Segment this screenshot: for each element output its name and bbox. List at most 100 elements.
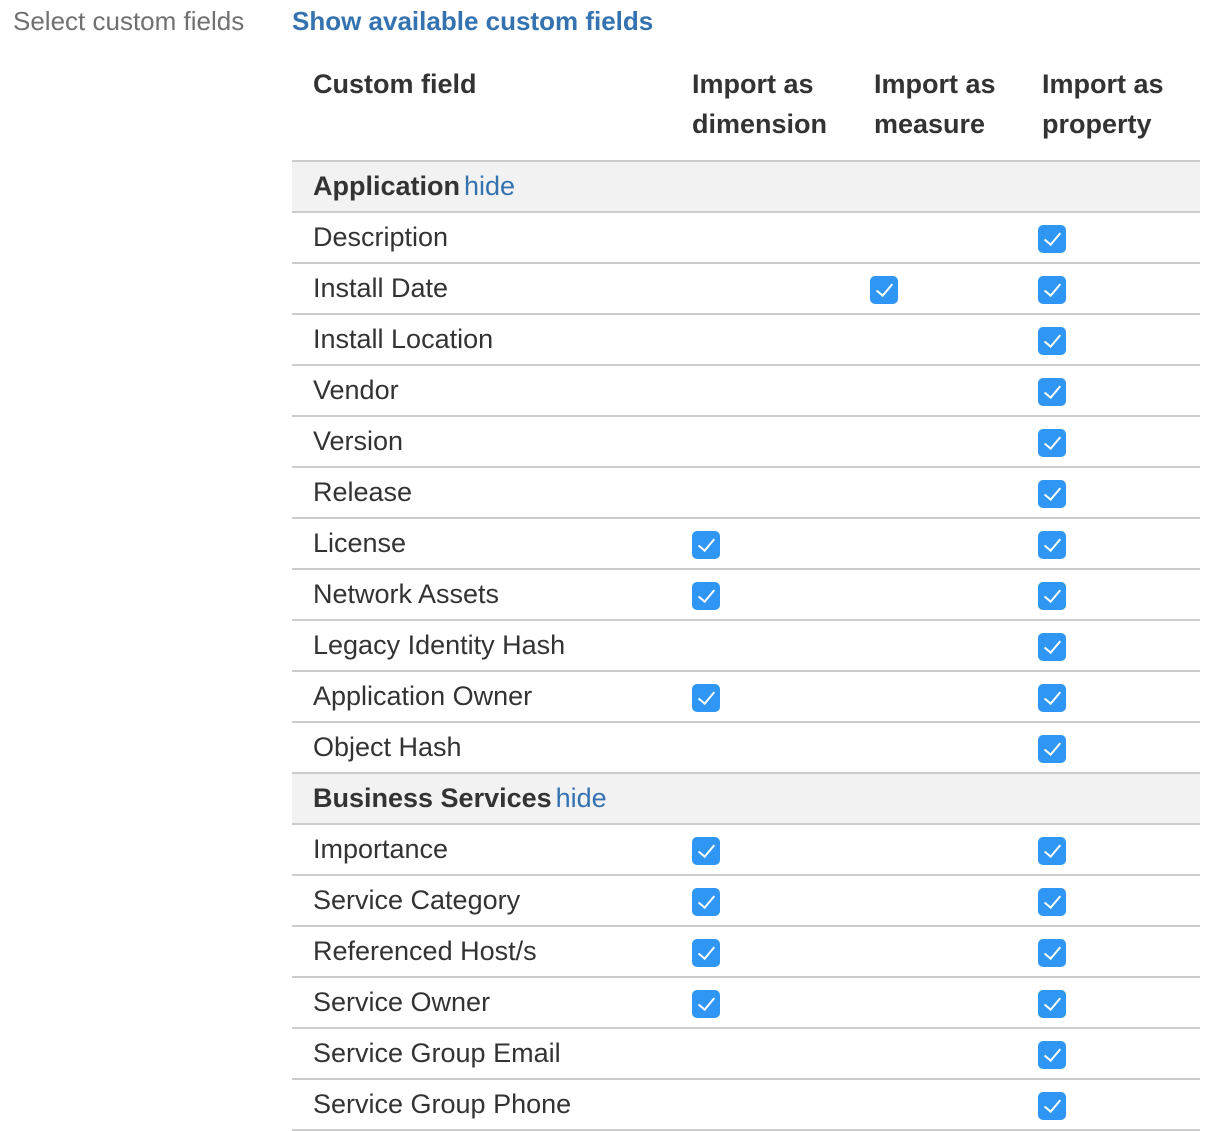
table-row: Legacy Identity Hash xyxy=(292,620,1200,672)
import-as-measure-cell xyxy=(864,212,1032,264)
import-as-measure-cell xyxy=(864,824,1032,876)
import-as-dimension-cell xyxy=(682,1028,864,1080)
field-name: Vendor xyxy=(292,365,682,417)
import-as-dimension-cell xyxy=(682,620,864,672)
import-as-property-checkbox[interactable] xyxy=(1038,275,1066,304)
import-as-property-cell xyxy=(1032,977,1200,1029)
table-row: Referenced Host/s xyxy=(292,926,1200,978)
group-hide-link[interactable]: hide xyxy=(464,171,515,201)
import-as-measure-cell xyxy=(864,1028,1032,1080)
import-as-dimension-checkbox[interactable] xyxy=(692,938,720,967)
column-header-label: Import as dimension xyxy=(692,69,828,139)
import-as-dimension-checkbox[interactable] xyxy=(692,836,720,865)
column-header-import-as-dimension: Import as dimension xyxy=(682,58,864,162)
group-row-business-services: Business Services hide xyxy=(292,773,1200,825)
import-as-property-cell xyxy=(1032,824,1200,876)
group-header-cell: Application hide xyxy=(292,161,1200,213)
table-row: Object Hash xyxy=(292,722,1200,774)
import-as-measure-checkbox[interactable] xyxy=(870,275,898,304)
import-as-dimension-cell xyxy=(682,416,864,468)
import-as-measure-cell xyxy=(864,467,1032,519)
field-name: Service Category xyxy=(292,875,682,927)
import-as-dimension-cell xyxy=(682,671,864,723)
import-as-property-checkbox[interactable] xyxy=(1038,428,1066,457)
field-name: Version xyxy=(292,416,682,468)
table-row: Service Group Phone xyxy=(292,1079,1200,1131)
import-as-measure-cell xyxy=(864,671,1032,723)
field-name: Service Owner xyxy=(292,977,682,1029)
import-as-property-checkbox[interactable] xyxy=(1038,377,1066,406)
import-as-property-checkbox[interactable] xyxy=(1038,326,1066,355)
import-as-property-checkbox[interactable] xyxy=(1038,530,1066,559)
import-as-property-checkbox[interactable] xyxy=(1038,581,1066,610)
table-row: Description xyxy=(292,212,1200,264)
import-as-property-cell xyxy=(1032,620,1200,672)
table-row: Vendor xyxy=(292,365,1200,417)
import-as-dimension-checkbox[interactable] xyxy=(692,530,720,559)
field-name: Service Group Email xyxy=(292,1028,682,1080)
import-as-measure-cell xyxy=(864,569,1032,621)
column-header-label: Import as measure xyxy=(874,69,996,139)
import-as-dimension-checkbox[interactable] xyxy=(692,989,720,1018)
import-as-property-cell xyxy=(1032,416,1200,468)
group-header-cell: Business Services hide xyxy=(292,773,1200,825)
import-as-dimension-cell xyxy=(682,722,864,774)
table-row: Network Assets xyxy=(292,569,1200,621)
table-row: Service Group Email xyxy=(292,1028,1200,1080)
import-as-measure-cell xyxy=(864,875,1032,927)
table-row: Release xyxy=(292,467,1200,519)
group-hide-link[interactable]: hide xyxy=(556,783,607,813)
import-as-property-checkbox[interactable] xyxy=(1038,632,1066,661)
table-header: Custom field Import as dimension Import … xyxy=(292,58,1200,162)
table-body: Application hide Description Install Date In… xyxy=(292,161,1200,1131)
table-row: Install Date xyxy=(292,263,1200,315)
import-as-dimension-cell xyxy=(682,875,864,927)
import-as-dimension-cell xyxy=(682,314,864,366)
field-name: Object Hash xyxy=(292,722,682,774)
import-as-property-cell xyxy=(1032,926,1200,978)
field-name: Referenced Host/s xyxy=(292,926,682,978)
column-header-import-as-measure: Import as measure xyxy=(864,58,1032,162)
import-as-dimension-cell xyxy=(682,365,864,417)
import-as-dimension-checkbox[interactable] xyxy=(692,887,720,916)
import-as-property-checkbox[interactable] xyxy=(1038,1040,1066,1069)
field-name: Legacy Identity Hash xyxy=(292,620,682,672)
table-row: Service Owner xyxy=(292,977,1200,1029)
field-name: Install Date xyxy=(292,263,682,315)
table-row: Install Location xyxy=(292,314,1200,366)
field-name: Description xyxy=(292,212,682,264)
group-row-application: Application hide xyxy=(292,161,1200,213)
import-as-property-checkbox[interactable] xyxy=(1038,734,1066,763)
field-name: License xyxy=(292,518,682,570)
field-name: Network Assets xyxy=(292,569,682,621)
field-name: Service Group Phone xyxy=(292,1079,682,1131)
import-as-property-checkbox[interactable] xyxy=(1038,683,1066,712)
import-as-property-checkbox[interactable] xyxy=(1038,989,1066,1018)
import-as-measure-cell xyxy=(864,1079,1032,1131)
table-row: Version xyxy=(292,416,1200,468)
header-row: Custom field Import as dimension Import … xyxy=(292,58,1200,162)
show-available-custom-fields-link[interactable]: Show available custom fields xyxy=(292,4,653,38)
import-as-measure-cell xyxy=(864,518,1032,570)
import-as-measure-cell xyxy=(864,314,1032,366)
import-as-measure-cell xyxy=(864,977,1032,1029)
import-as-measure-cell xyxy=(864,620,1032,672)
import-as-dimension-cell xyxy=(682,1079,864,1131)
import-as-dimension-cell xyxy=(682,263,864,315)
column-header-custom-field: Custom field xyxy=(292,58,682,162)
import-as-property-cell xyxy=(1032,263,1200,315)
import-as-property-checkbox[interactable] xyxy=(1038,938,1066,967)
import-as-property-checkbox[interactable] xyxy=(1038,836,1066,865)
import-as-property-cell xyxy=(1032,1028,1200,1080)
import-as-dimension-cell xyxy=(682,824,864,876)
import-as-property-checkbox[interactable] xyxy=(1038,479,1066,508)
import-as-measure-cell xyxy=(864,263,1032,315)
import-as-dimension-checkbox[interactable] xyxy=(692,581,720,610)
import-as-property-checkbox[interactable] xyxy=(1038,224,1066,253)
import-as-dimension-cell xyxy=(682,926,864,978)
import-as-dimension-checkbox[interactable] xyxy=(692,683,720,712)
import-as-dimension-cell xyxy=(682,212,864,264)
import-as-property-checkbox[interactable] xyxy=(1038,887,1066,916)
import-as-property-cell xyxy=(1032,365,1200,417)
import-as-measure-cell xyxy=(864,365,1032,417)
